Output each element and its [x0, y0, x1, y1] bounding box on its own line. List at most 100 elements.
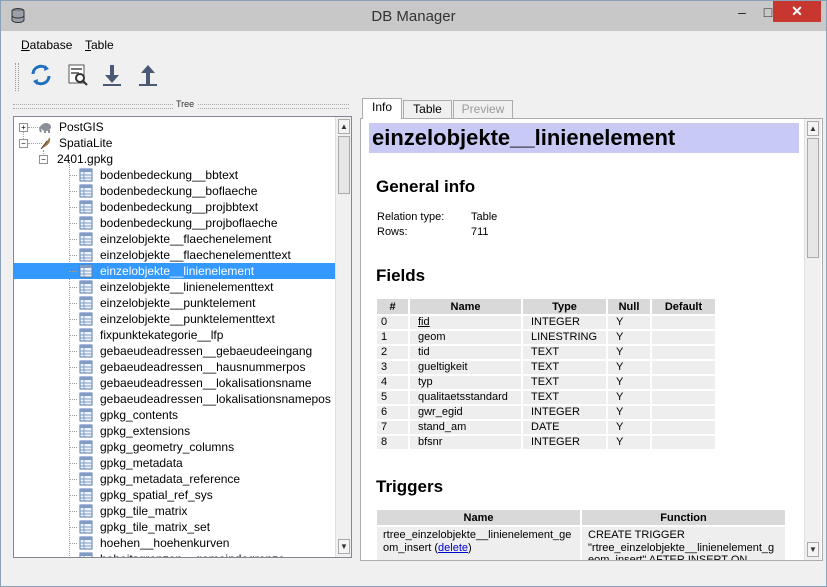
menu-table[interactable]: Table: [85, 38, 114, 52]
table-icon: [79, 296, 93, 310]
tree-guide: [69, 271, 77, 272]
tree-vertical-scrollbar[interactable]: ▲ ▼: [335, 117, 351, 557]
tree-item-table[interactable]: gpkg_tile_matrix: [14, 503, 335, 519]
table-icon: [79, 504, 93, 518]
trigger-delete-link[interactable]: delete: [438, 542, 468, 554]
tree-guide: [69, 319, 77, 320]
tree-item-table[interactable]: gpkg_extensions: [14, 423, 335, 439]
tree-item-table[interactable]: gpkg_spatial_ref_sys: [14, 487, 335, 503]
collapse-toggle[interactable]: −: [39, 155, 48, 164]
tree-item-table[interactable]: gpkg_contents: [14, 407, 335, 423]
tree-item-table[interactable]: bodenbedeckung__projbbtext: [14, 199, 335, 215]
tree-item-label: bodenbedeckung__boflaeche: [100, 184, 258, 198]
trigger-name-text: om_insert (: [383, 542, 439, 554]
tree-item-table[interactable]: gebaeudeadressen__lokalisationsnamepos: [14, 391, 335, 407]
table-cell: [652, 316, 715, 329]
tree-item-table[interactable]: einzelobjekte__linienelement: [14, 263, 335, 279]
tab-table[interactable]: Table: [403, 100, 452, 118]
import-layer-icon[interactable]: [99, 62, 125, 88]
tree-item-label: gebaeudeadressen__hausnummerpos: [100, 360, 306, 374]
table-cell: TEXT: [523, 391, 606, 404]
table-cell: typ: [410, 376, 521, 389]
table-row: 3 gueltigkeit TEXT Y: [377, 361, 715, 374]
tree-item-table[interactable]: bodenbedeckung__boflaeche: [14, 183, 335, 199]
tree-item-table[interactable]: einzelobjekte__linienelementtext: [14, 279, 335, 295]
tree-item-table[interactable]: gebaeudeadressen__gebaeudeeingang: [14, 343, 335, 359]
tree-guide: [69, 303, 77, 304]
scroll-up-arrow-icon[interactable]: ▲: [338, 119, 350, 134]
table-icon: [79, 248, 93, 262]
table-row: 2 tid TEXT Y: [377, 346, 715, 359]
table-cell: Y: [608, 436, 650, 449]
table-cell: [652, 436, 715, 449]
tree-item-table[interactable]: fixpunktekategorie__lfp: [14, 327, 335, 343]
export-file-icon[interactable]: [135, 62, 161, 88]
table-row: 8 bfsnr INTEGER Y: [377, 436, 715, 449]
tree-item-postgis[interactable]: + PostGIS: [14, 119, 335, 135]
tree-item-table[interactable]: hoehen__hoehenkurven: [14, 535, 335, 551]
tree-guide: [69, 399, 77, 400]
tree-item-table[interactable]: einzelobjekte__flaechenelementtext: [14, 247, 335, 263]
tree-item-table[interactable]: hoheitsgrenzen__gemeindegrenze: [14, 551, 335, 557]
column-header: Function: [582, 510, 785, 525]
tree-item-table[interactable]: gebaeudeadressen__hausnummerpos: [14, 359, 335, 375]
tree-guide: [69, 463, 77, 464]
expand-toggle[interactable]: +: [19, 123, 28, 132]
scroll-up-arrow-icon[interactable]: ▲: [807, 121, 819, 136]
tree-item-table[interactable]: gpkg_metadata_reference: [14, 471, 335, 487]
table-cell: [652, 346, 715, 359]
sql-window-icon[interactable]: [64, 62, 90, 88]
scroll-thumb[interactable]: [807, 138, 819, 258]
trigger-function-line: eom_insert" AFTER INSERT ON: [588, 555, 748, 561]
tree-item-label: einzelobjekte__linienelement: [100, 264, 255, 278]
table-cell: [652, 361, 715, 374]
tree-dock-titlebar[interactable]: Tree: [13, 99, 349, 113]
tree-item-table[interactable]: gpkg_metadata: [14, 455, 335, 471]
database-tree[interactable]: + PostGIS − SpatiaLite − 2401.gpkg boden…: [13, 116, 352, 558]
tree-item-database[interactable]: − 2401.gpkg: [14, 151, 335, 167]
tree-guide: [69, 495, 77, 496]
table-cell: INTEGER: [523, 436, 606, 449]
fields-heading: Fields: [376, 266, 426, 285]
trigger-name-line: rtree_einzelobjekte__linienelement_ge: [383, 529, 572, 541]
menu-database[interactable]: Database: [21, 38, 72, 52]
menu-table-label: able: [91, 38, 114, 52]
menu-bar: Database Table: [1, 31, 826, 57]
tree-item-label: gpkg_contents: [100, 408, 179, 422]
info-vertical-scrollbar[interactable]: ▲ ▼: [804, 119, 821, 560]
scroll-down-arrow-icon[interactable]: ▼: [807, 542, 819, 557]
toolbar: [9, 59, 824, 95]
tree-item-table[interactable]: gebaeudeadressen__lokalisationsname: [14, 375, 335, 391]
relation-type-label: Relation type:: [377, 211, 445, 223]
scroll-thumb[interactable]: [338, 136, 350, 194]
tree-guide: [69, 191, 77, 192]
tree-item-table[interactable]: einzelobjekte__flaechenelement: [14, 231, 335, 247]
tree-item-table[interactable]: einzelobjekte__punktelementtext: [14, 311, 335, 327]
db-manager-window: DB Manager – □ ✕ Database Table Tree + P…: [0, 0, 827, 587]
tree-item-table[interactable]: gpkg_geometry_columns: [14, 439, 335, 455]
table-icon: [79, 472, 93, 486]
refresh-icon[interactable]: [28, 62, 54, 88]
tree-item-table[interactable]: gpkg_tile_matrix_set: [14, 519, 335, 535]
relation-type-value: Table: [471, 211, 498, 223]
table-icon: [79, 184, 93, 198]
tree-item-table[interactable]: einzelobjekte__punktelement: [14, 295, 335, 311]
triggers-heading: Triggers: [376, 477, 444, 496]
tab-info[interactable]: Info: [362, 98, 402, 119]
close-button[interactable]: ✕: [773, 1, 821, 22]
toolbar-grip[interactable]: [15, 63, 19, 91]
table-cell: geom: [410, 331, 521, 344]
tree-guide: [69, 367, 77, 368]
tree-item-table[interactable]: bodenbedeckung__bbtext: [14, 167, 335, 183]
table-icon: [79, 552, 93, 557]
scroll-down-arrow-icon[interactable]: ▼: [338, 539, 350, 554]
tree-guide: [69, 511, 77, 512]
table-name-heading: einzelobjekte__linienelement: [369, 123, 799, 153]
tree-item-spatialite[interactable]: − SpatiaLite: [14, 135, 335, 151]
collapse-toggle[interactable]: −: [19, 139, 28, 148]
tree-item-label: gpkg_tile_matrix: [100, 504, 188, 518]
table-cell: gueltigkeit: [410, 361, 521, 374]
tree-item-table[interactable]: bodenbedeckung__projboflaeche: [14, 215, 335, 231]
tree-item-label: einzelobjekte__punktelementtext: [100, 312, 275, 326]
table-row: 7 stand_am DATE Y: [377, 421, 715, 434]
